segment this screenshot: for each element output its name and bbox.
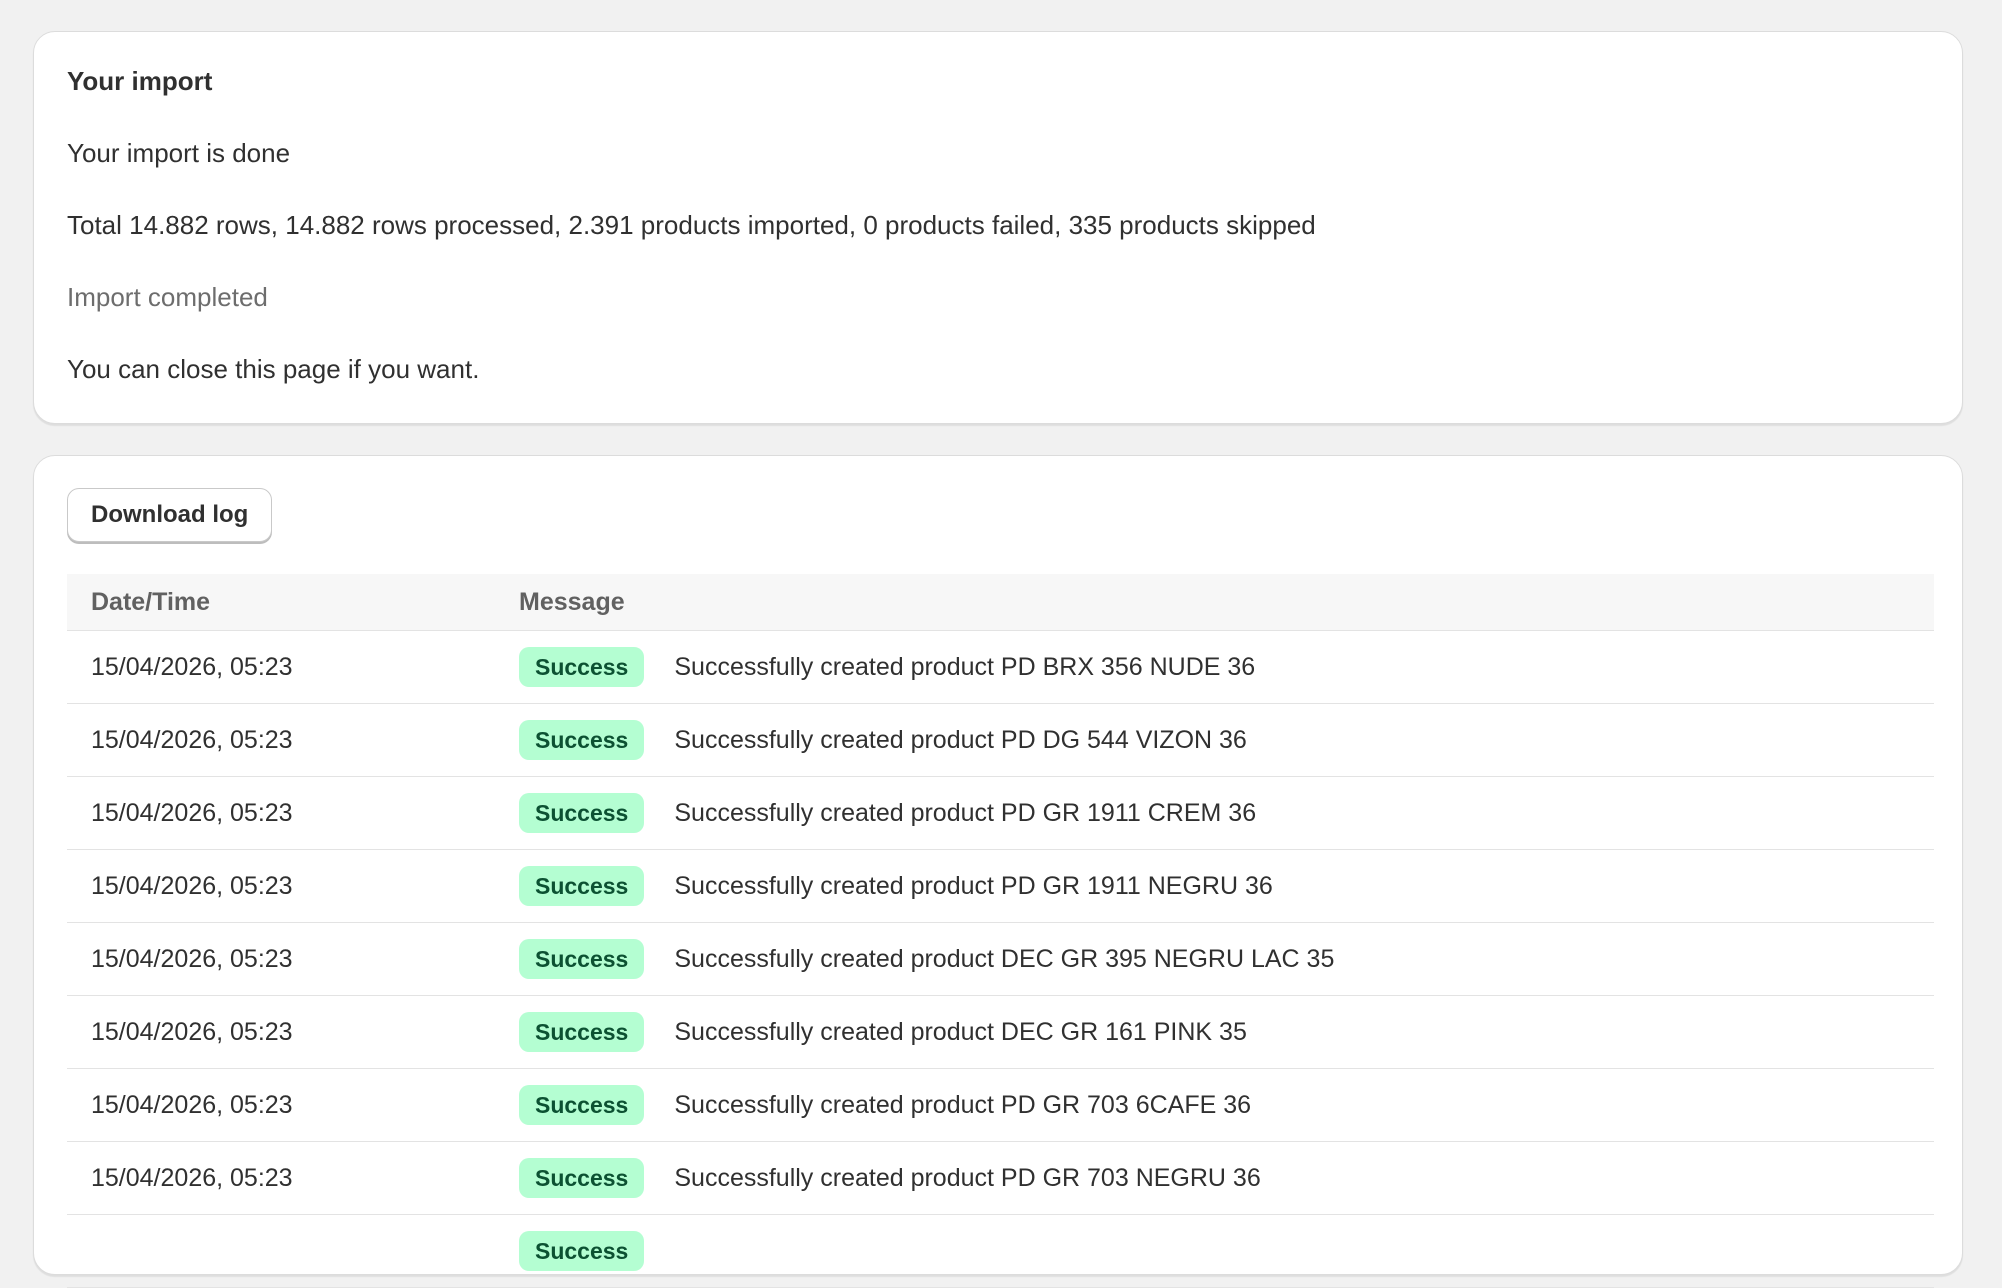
- log-message: Successfully created product PD GR 1911 …: [674, 872, 1273, 900]
- column-header-message: Message: [495, 574, 1934, 631]
- log-message-cell: Success Successfully created product PD G…: [495, 776, 1934, 850]
- log-datetime: 15/04/2026, 05:23: [67, 849, 495, 923]
- table-row: 15/04/2026, 05:23 Success Successfully cre…: [67, 995, 1934, 1069]
- status-badge: Success: [519, 1158, 645, 1198]
- status-badge: Success: [519, 1012, 645, 1052]
- log-table-body: 15/04/2026, 05:23 Success Successfully cre…: [67, 630, 1934, 1288]
- column-header-date: Date/Time: [67, 574, 495, 631]
- close-hint-text: You can close this page if you want.: [67, 354, 480, 384]
- log-message-cell: Success: [495, 1214, 1934, 1288]
- log-message-cell: Success Successfully created product DEC …: [495, 922, 1934, 996]
- log-datetime: 15/04/2026, 05:23: [67, 995, 495, 1069]
- card-title: Your import: [67, 66, 213, 96]
- status-badge: Success: [519, 866, 645, 906]
- status-badge: Success: [519, 720, 645, 760]
- status-badge: Success: [519, 793, 645, 833]
- status-badge: Success: [519, 647, 645, 687]
- import-state-text: Import completed: [67, 282, 268, 312]
- log-message-cell: Success Successfully created product PD B…: [495, 630, 1934, 704]
- download-log-button[interactable]: Download log: [67, 488, 273, 542]
- log-message: Successfully created product PD GR 703 6…: [674, 1091, 1252, 1119]
- log-table-header: Date/Time Message: [67, 574, 1934, 631]
- log-message: Successfully created product PD BRX 356 …: [674, 653, 1256, 681]
- status-badge: Success: [519, 1085, 645, 1125]
- table-row: 15/04/2026, 05:23 Success Successfully cre…: [67, 1141, 1934, 1215]
- status-badge: Success: [519, 1231, 645, 1271]
- log-message: Successfully created product PD DG 544 V…: [674, 726, 1247, 754]
- table-row: 15/04/2026, 05:23 Success Successfully cre…: [67, 776, 1934, 850]
- log-message-cell: Success Successfully created product PD G…: [495, 849, 1934, 923]
- table-row: 15/04/2026, 05:23 Success Successfully cre…: [67, 849, 1934, 923]
- log-datetime: 15/04/2026, 05:23: [67, 776, 495, 850]
- table-row: Success: [67, 1214, 1934, 1288]
- log-datetime: 15/04/2026, 05:23: [67, 1068, 495, 1142]
- log-message: Successfully created product PD GR 703 N…: [674, 1164, 1261, 1192]
- log-datetime: 15/04/2026, 05:23: [67, 1141, 495, 1215]
- table-row: 15/04/2026, 05:23 Success Successfully cre…: [67, 922, 1934, 996]
- log-message: Successfully created product DEC GR 161 …: [674, 1018, 1247, 1046]
- log-message: Successfully created product PD GR 1911 …: [674, 799, 1257, 827]
- log-message-cell: Success Successfully created product PD G…: [495, 1068, 1934, 1142]
- log-datetime: [67, 1214, 495, 1288]
- import-summary-card: Your import Your import is done Total 14…: [33, 31, 1963, 424]
- table-row: 15/04/2026, 05:23 Success Successfully cre…: [67, 1068, 1934, 1142]
- import-log-card: Download log Date/Time Message 15/04/202…: [33, 455, 1963, 1288]
- log-datetime: 15/04/2026, 05:23: [67, 922, 495, 996]
- table-row: 15/04/2026, 05:23 Success Successfully cre…: [67, 703, 1934, 777]
- table-row: 15/04/2026, 05:23 Success Successfully cre…: [67, 630, 1934, 704]
- import-summary-text: Total 14.882 rows, 14.882 rows processed…: [67, 210, 1316, 240]
- log-datetime: 15/04/2026, 05:23: [67, 630, 495, 704]
- log-message-cell: Success Successfully created product PD D…: [495, 703, 1934, 777]
- log-table: Date/Time Message 15/04/2026, 05:23 Succe…: [67, 574, 1934, 1288]
- status-badge: Success: [519, 939, 645, 979]
- log-datetime: 15/04/2026, 05:23: [67, 703, 495, 777]
- log-message-cell: Success Successfully created product PD G…: [495, 1141, 1934, 1215]
- log-message-cell: Success Successfully created product DEC …: [495, 995, 1934, 1069]
- log-message: Successfully created product DEC GR 395 …: [674, 945, 1335, 973]
- import-status-text: Your import is done: [67, 138, 291, 168]
